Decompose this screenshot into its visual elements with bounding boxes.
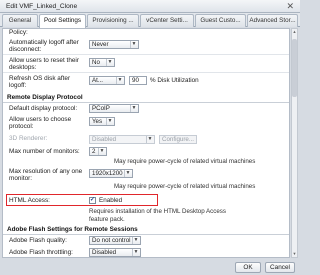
tab-pool-settings[interactable]: Pool Settings [39,14,86,28]
tab-provisioning[interactable]: Provisioning ... [87,14,139,27]
flash-quality-label: Adobe Flash quality: [9,237,67,244]
title-bar: Edit VMF_Linked_Clone ✕ [0,0,300,13]
close-icon[interactable]: ✕ [286,1,294,12]
default-protocol-select[interactable]: PCoIP ▼ [89,104,139,113]
max-resolution-value: 1920x1200 [92,170,123,177]
renderer-label: 3D Renderer: [9,135,48,142]
allow-choose-protocol-label: Allow users to choose protocol: [9,116,72,130]
tab-vcenter-settings[interactable]: vCenter Setti... [140,14,194,27]
chevron-down-icon: ▼ [146,136,153,143]
scroll-up-icon[interactable]: ▲ [292,29,297,35]
cancel-button[interactable]: Cancel [265,262,295,273]
max-resolution-label: Max resolution of any one monitor: [9,168,83,182]
chevron-down-icon: ▼ [116,77,123,84]
refresh-os-disk-label: Refresh OS disk after logoff: [9,75,71,89]
default-protocol-label: Default display protocol: [9,105,78,112]
tab-general[interactable]: General [2,14,38,27]
chevron-down-icon: ▼ [98,148,105,155]
flash-quality-value: Do not control [92,237,131,244]
default-protocol-value: PCoIP [92,105,110,112]
renderer-value: Disabled [92,136,117,143]
chevron-down-icon: ▼ [124,170,131,177]
refresh-os-disk-select[interactable]: At... ▼ [89,76,125,85]
tab-advanced-storage[interactable]: Advanced Stor... [247,14,298,27]
divider [3,72,289,73]
tab-bar: General Pool Settings Provisioning ... v… [0,13,300,28]
auto-logoff-select[interactable]: Never ▼ [89,40,139,49]
max-monitors-select[interactable]: 2 ▼ [89,147,107,156]
max-resolution-select[interactable]: 1920x1200 ▼ [89,169,133,178]
ok-button[interactable]: OK [235,262,261,273]
allow-reset-select[interactable]: No ▼ [89,58,115,67]
flash-throttling-select[interactable]: Disabled ▼ [89,248,141,257]
remote-display-protocol-header: Remote Display Protocol [7,94,83,101]
divider [3,234,289,235]
scroll-down-icon[interactable]: ▼ [292,251,297,257]
chevron-down-icon: ▼ [106,59,113,66]
divider [3,102,289,103]
html-access-checkbox[interactable]: ✓ [89,197,96,204]
dialog-footer: OK Cancel [0,258,300,275]
allow-reset-label: Allow users to reset their desktops: [9,57,79,71]
refresh-os-disk-value: At... [92,77,104,84]
window-title: Edit VMF_Linked_Clone [6,3,78,10]
adobe-flash-header: Adobe Flash Settings for Remote Sessions [7,226,138,233]
disk-utilization-input[interactable]: 90 [129,76,147,85]
max-monitors-value: 2 [92,148,96,155]
allow-reset-value: No [92,59,100,66]
chevron-down-icon: ▼ [106,118,113,125]
allow-choose-protocol-value: Yes [92,118,103,125]
html-access-value: Enabled [99,197,123,204]
chevron-down-icon: ▼ [132,237,139,244]
power-cycle-note: May require power-cycle of related virtu… [114,183,256,190]
vertical-scrollbar[interactable]: ▲ ▼ [291,28,298,258]
chevron-down-icon: ▼ [130,41,137,48]
auto-logoff-value: Never [92,41,109,48]
policy-label: Policy: [9,29,28,36]
disk-utilization-unit: % Disk Utilization [150,77,199,84]
chevron-down-icon: ▼ [132,249,139,256]
power-cycle-note: May require power-cycle of related virtu… [114,158,256,165]
flash-throttling-label: Adobe Flash throttling: [9,249,73,256]
divider [3,54,289,55]
renderer-select[interactable]: Disabled ▼ [89,135,155,144]
html-access-label: HTML Access: [9,197,50,204]
auto-logoff-label: Automatically logoff after disconnect: [9,39,79,53]
disk-utilization-value: 90 [132,77,139,84]
chevron-down-icon: ▼ [130,105,137,112]
scrollbar-thumb[interactable] [292,39,297,97]
pool-settings-panel: Policy: Automatically logoff after disco… [2,28,290,258]
tab-guest-customization[interactable]: Guest Custo... [195,14,246,27]
allow-choose-protocol-select[interactable]: Yes ▼ [89,117,115,126]
html-access-note: Requires installation of the HTML Deskto… [89,208,226,223]
configure-button[interactable]: Configure... [159,135,197,144]
flash-quality-select[interactable]: Do not control ▼ [89,236,141,245]
max-monitors-label: Max number of monitors: [9,148,80,155]
flash-throttling-value: Disabled [92,249,117,256]
